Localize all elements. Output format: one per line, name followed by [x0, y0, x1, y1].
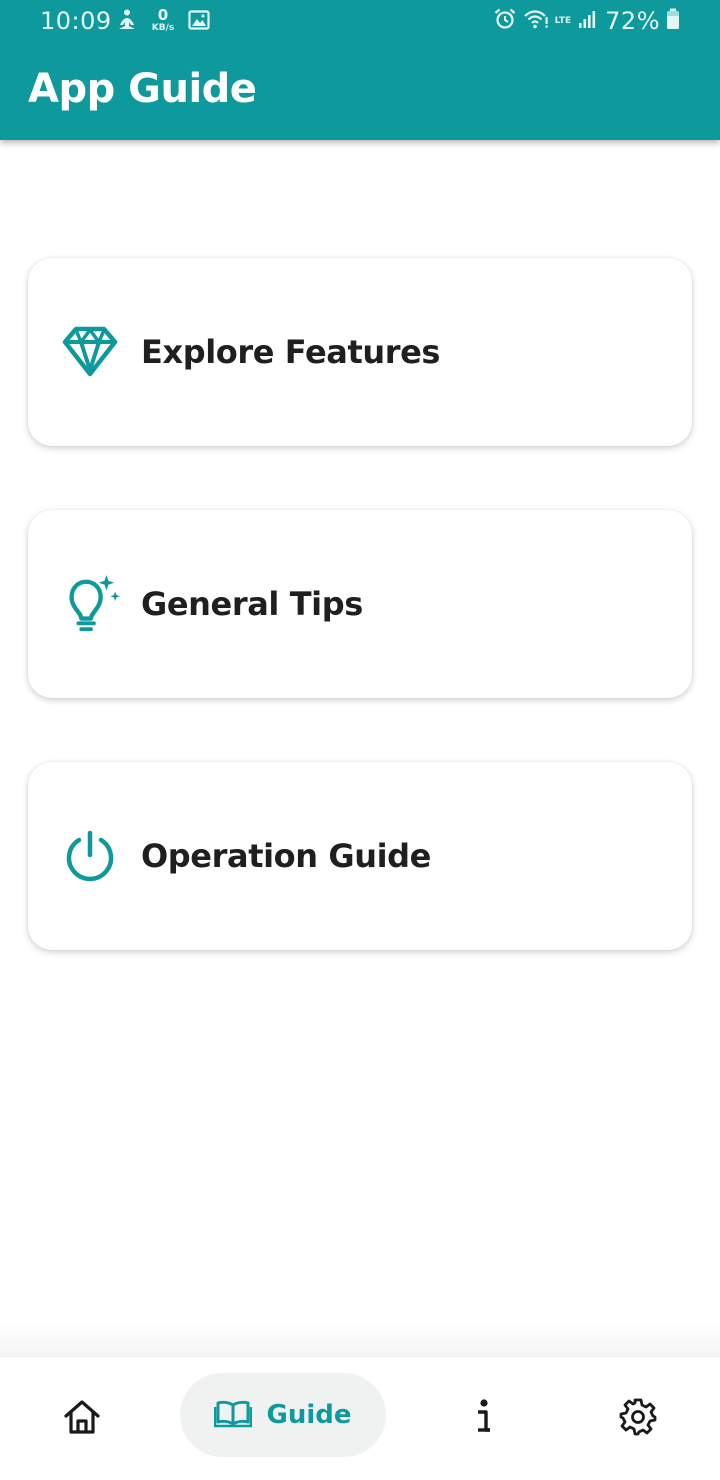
data-speed-indicator: 0 KB/s — [148, 8, 178, 36]
image-notification-icon — [188, 9, 210, 35]
diamond-icon — [60, 322, 120, 382]
explore-features-label: Explore Features — [141, 333, 441, 371]
explore-features-card[interactable]: Explore Features — [28, 258, 692, 446]
signal-icon — [577, 8, 599, 34]
bottom-navigation: Guide — [0, 1356, 720, 1480]
data-speed-unit: KB/s — [151, 23, 175, 33]
app-screen: 10:09 0 KB/s LTE 72% App Guide Explore F… — [0, 0, 720, 1480]
home-icon — [62, 1398, 102, 1441]
app-header: 10:09 0 KB/s LTE 72% App Guide — [0, 0, 720, 140]
nav-home-button[interactable] — [32, 1357, 132, 1480]
nav-info-button[interactable] — [434, 1357, 534, 1480]
alarm-icon — [493, 7, 517, 35]
status-bar: 10:09 0 KB/s LTE 72% — [0, 0, 720, 44]
info-icon — [474, 1398, 494, 1441]
general-tips-card[interactable]: General Tips — [28, 510, 692, 698]
lightbulb-sparkle-icon — [60, 574, 120, 634]
battery-percent: 72% — [605, 7, 660, 35]
data-speed-value: 0 — [157, 6, 169, 24]
status-left-icons: 0 KB/s — [116, 8, 210, 36]
gear-icon — [619, 1398, 657, 1441]
open-book-icon — [214, 1398, 253, 1433]
status-time: 10:09 — [40, 7, 112, 35]
status-right-icons: LTE 72% — [493, 7, 680, 35]
wifi-icon — [523, 8, 549, 34]
nav-guide-label: Guide — [266, 1400, 352, 1430]
person-notification-icon — [116, 8, 138, 36]
lte-indicator: LTE — [554, 15, 572, 26]
nav-guide-button[interactable]: Guide — [180, 1373, 386, 1457]
nav-settings-button[interactable] — [588, 1357, 688, 1480]
operation-guide-card[interactable]: Operation Guide — [28, 762, 692, 950]
page-title: App Guide — [28, 66, 257, 112]
battery-icon — [666, 8, 680, 34]
general-tips-label: General Tips — [141, 585, 363, 623]
bottom-nav-shadow — [0, 1320, 720, 1356]
power-icon — [60, 826, 120, 886]
operation-guide-label: Operation Guide — [141, 837, 431, 875]
